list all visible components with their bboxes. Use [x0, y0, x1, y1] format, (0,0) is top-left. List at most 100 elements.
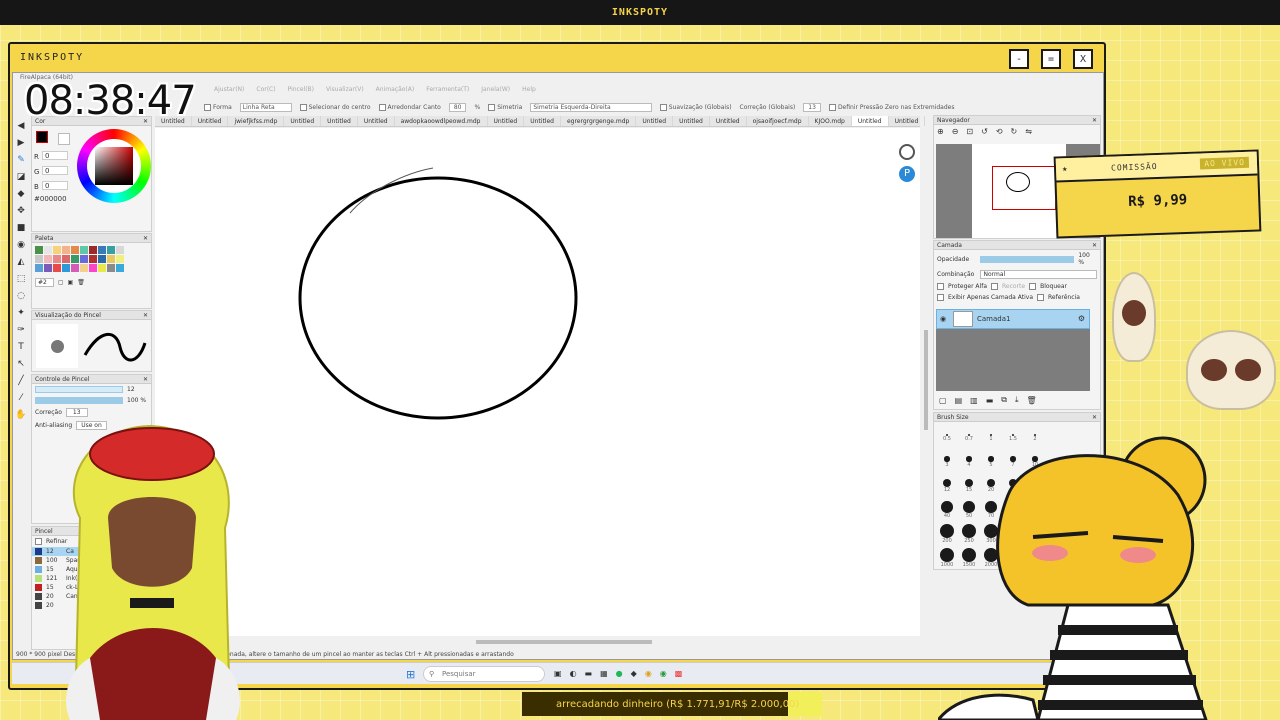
- maximize-button[interactable]: =: [1041, 49, 1061, 69]
- color-wheel[interactable]: [77, 129, 151, 203]
- document-tab[interactable]: Untitled: [889, 116, 926, 126]
- document-tab[interactable]: Untitled: [636, 116, 674, 126]
- corner-value-input[interactable]: 80: [448, 102, 467, 112]
- document-tab[interactable]: awdopkaoowdlpeowd.mdp: [395, 116, 488, 126]
- magic-wand-icon[interactable]: ✦: [15, 307, 27, 319]
- palette-swatch[interactable]: [89, 255, 97, 263]
- palette-swatch[interactable]: [107, 255, 115, 263]
- menu-ajustar[interactable]: Ajustar(N): [214, 86, 244, 98]
- brush-correction-input[interactable]: 13: [65, 408, 88, 417]
- palette-swatch[interactable]: [98, 255, 106, 263]
- close-icon[interactable]: ✕: [143, 375, 148, 384]
- palette-swatch[interactable]: [53, 264, 61, 272]
- document-tab[interactable]: Untitled: [358, 116, 395, 126]
- menu-help[interactable]: Help: [522, 86, 536, 98]
- copy-palette-icon[interactable]: ▣: [68, 279, 74, 286]
- secondary-color-swatch[interactable]: [58, 133, 70, 145]
- g-input[interactable]: 0: [42, 166, 68, 175]
- menu-cor[interactable]: Cor(C): [256, 86, 275, 98]
- fill-rect-tool-icon[interactable]: ■: [15, 222, 27, 234]
- firealpaca-icon[interactable]: ▩: [675, 669, 683, 678]
- layer-row[interactable]: ◉ Camada1 ⚙: [936, 309, 1090, 329]
- rotate-right-icon[interactable]: ↻: [1011, 127, 1018, 136]
- folder-icon[interactable]: ▬: [986, 396, 994, 405]
- store-icon[interactable]: ▦: [600, 669, 608, 678]
- gradient-tool-icon[interactable]: ◭: [15, 256, 27, 268]
- select-tool-icon[interactable]: ⬚: [15, 273, 27, 285]
- document-tab[interactable]: Untitled: [710, 116, 747, 126]
- menu-animacao[interactable]: Animação(A): [376, 86, 415, 98]
- palette-swatch[interactable]: [80, 264, 88, 272]
- new-8bit-layer-icon[interactable]: ▤: [955, 396, 963, 405]
- palette-swatch[interactable]: [80, 255, 88, 263]
- menu-ferramenta[interactable]: Ferramenta(T): [426, 86, 469, 98]
- palette-swatch[interactable]: [71, 255, 79, 263]
- palette-swatch[interactable]: [62, 255, 70, 263]
- menu-pincel[interactable]: Pincel(B): [288, 86, 314, 98]
- delete-layer-icon[interactable]: 🗑: [1027, 396, 1037, 405]
- brush-size-slider[interactable]: [35, 386, 123, 393]
- dot-tool-icon[interactable]: ◆: [15, 188, 27, 200]
- document-tab[interactable]: Untitled: [284, 116, 322, 126]
- palette-swatch[interactable]: [53, 255, 61, 263]
- taskbar-search[interactable]: ⚲ Pesquisar: [423, 666, 545, 682]
- smoothing-checkbox[interactable]: [659, 103, 667, 111]
- brush-opacity-slider[interactable]: [35, 397, 123, 404]
- clip-checkbox[interactable]: [991, 283, 998, 290]
- zoom-out-icon[interactable]: ⊖: [952, 127, 959, 136]
- palette-swatch[interactable]: [53, 246, 61, 254]
- refine-checkbox[interactable]: [35, 538, 42, 545]
- document-tab[interactable]: jwiefjkfss.mdp: [228, 116, 285, 126]
- close-button[interactable]: X: [1073, 49, 1093, 69]
- task-view-icon[interactable]: ▣: [554, 669, 562, 678]
- close-icon[interactable]: ✕: [1092, 413, 1097, 422]
- saturation-square[interactable]: [95, 147, 133, 185]
- document-tab[interactable]: egrergrgrgenge.mdp: [561, 116, 637, 126]
- document-tab[interactable]: ojsaoifjoecf.mdp: [747, 116, 809, 126]
- palette-swatch[interactable]: [44, 246, 52, 254]
- edge-icon[interactable]: ◐: [570, 669, 577, 678]
- divide-tool-icon[interactable]: ╱: [15, 375, 27, 387]
- layer-opacity-slider[interactable]: [980, 255, 1075, 263]
- upload-icon[interactable]: P: [899, 166, 915, 182]
- hand-tool-icon[interactable]: ✋: [15, 409, 27, 421]
- drawing-canvas[interactable]: P: [155, 128, 920, 636]
- palette-swatch[interactable]: [89, 246, 97, 254]
- document-tab[interactable]: Untitled: [321, 116, 358, 126]
- app-icon[interactable]: ◉: [660, 669, 667, 678]
- palette-swatch[interactable]: [62, 246, 70, 254]
- menu-visualizar[interactable]: Visualizar(V): [326, 86, 364, 98]
- eyedropper-icon[interactable]: ⁄: [15, 392, 27, 404]
- document-tab[interactable]: Untitled: [488, 116, 525, 126]
- lasso-tool-icon[interactable]: ◌: [15, 290, 27, 302]
- document-tab[interactable]: Untitled: [673, 116, 710, 126]
- zoom-fit-icon[interactable]: ⊡: [966, 127, 973, 136]
- app-icon[interactable]: ◆: [631, 669, 637, 678]
- close-icon[interactable]: ✕: [143, 234, 148, 243]
- lock-checkbox[interactable]: [1029, 283, 1037, 290]
- select-center-checkbox[interactable]: [299, 103, 307, 111]
- protect-alpha-checkbox[interactable]: [937, 283, 944, 290]
- eye-icon[interactable]: ◉: [940, 315, 946, 323]
- gear-icon[interactable]: ⚙: [1078, 314, 1085, 323]
- move-tool-icon[interactable]: ✥: [15, 205, 27, 217]
- palette-swatch[interactable]: [35, 255, 43, 263]
- windows-start-icon[interactable]: ⊞: [406, 668, 415, 681]
- palette-swatch[interactable]: [107, 246, 115, 254]
- zero-pressure-checkbox[interactable]: [828, 103, 836, 111]
- vertical-scrollbar[interactable]: [924, 330, 928, 430]
- reference-checkbox[interactable]: [1037, 294, 1045, 301]
- round-corner-checkbox[interactable]: [378, 103, 386, 111]
- rotate-left-icon[interactable]: ↺: [981, 127, 988, 136]
- flip-icon[interactable]: ⇋: [1025, 127, 1032, 136]
- document-tab[interactable]: Untitled: [851, 116, 889, 126]
- palette-swatch[interactable]: [62, 264, 70, 272]
- palette-swatch[interactable]: [89, 264, 97, 272]
- new-palette-icon[interactable]: ▢: [58, 279, 64, 286]
- palette-swatch[interactable]: [44, 264, 52, 272]
- symmetry-select[interactable]: Simetria Esquerda-Direita: [530, 102, 652, 112]
- palette-swatch[interactable]: [98, 264, 106, 272]
- palette-swatch[interactable]: [107, 264, 115, 272]
- close-icon[interactable]: ✕: [1092, 241, 1097, 250]
- palette-swatch[interactable]: [116, 264, 124, 272]
